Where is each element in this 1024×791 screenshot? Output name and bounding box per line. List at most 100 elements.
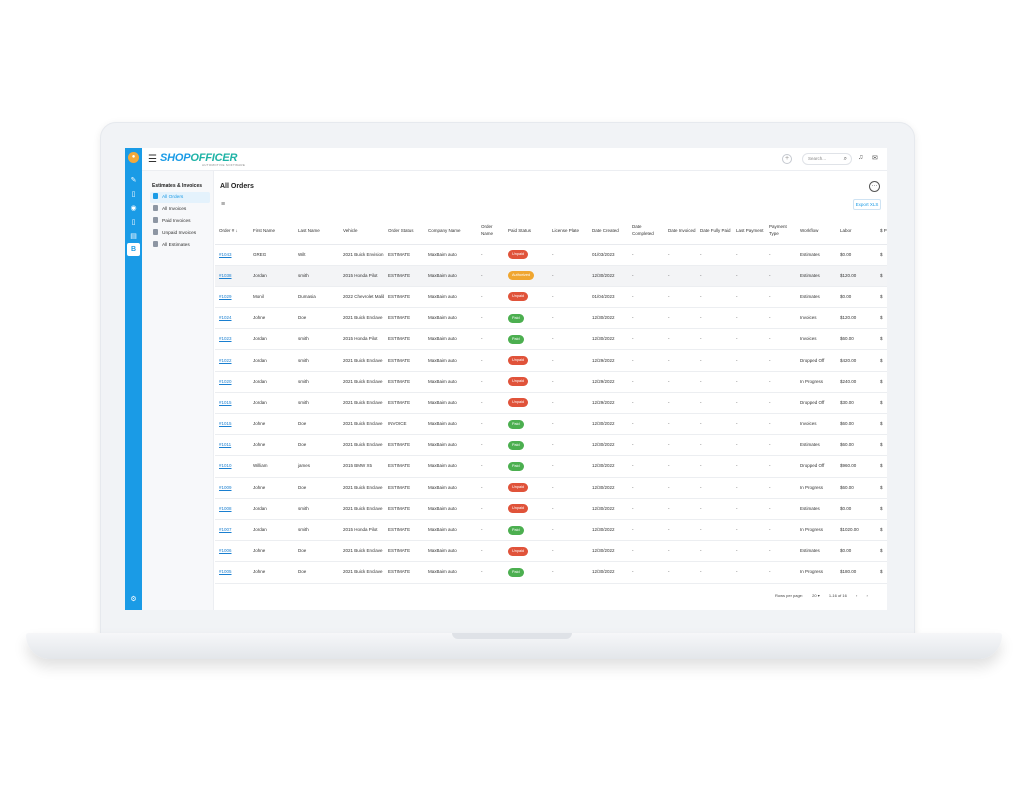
wrench-icon[interactable]: ✎ (129, 176, 138, 185)
order-link[interactable]: #1005 (219, 569, 232, 574)
table-row[interactable]: #1015 Johne Doe 2021 Buick Enclave INVOICE Ma… (215, 413, 887, 436)
cell-text: MaxBaim auto (428, 527, 457, 533)
rows-per-page-select[interactable]: 20 ▾ (812, 593, 820, 598)
cell-text: - (552, 315, 554, 321)
order-link[interactable]: #1008 (219, 506, 232, 511)
table-row[interactable]: #1009 Johne Doe 2021 Buick Enclave ESTIMATE M… (215, 477, 887, 499)
order-link[interactable]: #1022 (219, 358, 232, 363)
order-link[interactable]: #1015 (219, 421, 232, 426)
order-link[interactable]: #1009 (219, 485, 232, 490)
search-icon[interactable]: ⌕ (844, 154, 847, 164)
column-header[interactable]: Order Name (477, 217, 504, 245)
order-link[interactable]: #1029 (219, 294, 232, 299)
pagination: Rows per page: 20 ▾ 1-16 of 16 ‹ › (775, 593, 876, 598)
prev-page-button[interactable]: ‹ (856, 593, 857, 598)
cell-text: - (700, 378, 702, 384)
table-row[interactable]: #1024 Johne Doe 2021 Buick Enclave ESTIMATE M… (215, 307, 887, 330)
menu-icon[interactable]: ☰ (148, 154, 157, 165)
table-cell: $120.00 (836, 265, 876, 287)
sidebar-item-all-estimates[interactable]: All Estimates (150, 240, 210, 251)
table-cell: ESTIMATE (384, 519, 424, 542)
more-options-button[interactable]: ··· (869, 181, 880, 192)
table-cell: - (628, 307, 664, 330)
table-row[interactable]: #1043 GREG Wilt 2021 Buick Envision ESTIMATE… (215, 244, 887, 266)
table-row[interactable]: #1029 Monil Dumasia 2022 Chevrolet Malibu ES… (215, 286, 887, 309)
order-link[interactable]: #1007 (219, 527, 232, 532)
order-link[interactable]: #1006 (219, 548, 232, 553)
cell-text: - (700, 251, 702, 257)
column-header[interactable]: Workflow (796, 217, 836, 245)
table-cell: $ (876, 286, 887, 309)
cell-text: - (481, 463, 483, 469)
list-icon[interactable]: ▤ (129, 232, 138, 241)
order-link[interactable]: #1015 (219, 400, 232, 405)
table-row[interactable]: #1008 Jordan smith 2021 Buick Enclave ESTIMA… (215, 498, 887, 520)
column-header[interactable]: License Plate (548, 217, 588, 245)
column-header[interactable]: Company Name (424, 217, 477, 245)
column-header[interactable]: $ P (876, 217, 887, 245)
invoice-icon[interactable]: B (127, 243, 140, 256)
order-link[interactable]: #1010 (219, 463, 232, 468)
table-cell: $60.00 (836, 477, 876, 499)
cell-text: smith (298, 378, 309, 384)
table-row[interactable]: #1038 Jordan smith 2015 Honda Pilot ESTIMATE… (215, 265, 887, 287)
table-row[interactable]: #1010 William james 2015 BMW X5 ESTIMATE MaxB… (215, 455, 887, 478)
column-header[interactable]: Date Completed (628, 217, 664, 245)
settings-icon[interactable]: ⚙ (129, 595, 138, 604)
eye-icon[interactable]: ◉ (129, 204, 138, 213)
column-header[interactable]: Order # ↓ (215, 217, 249, 245)
column-header[interactable]: First Name (249, 217, 294, 245)
order-link[interactable]: #1024 (219, 315, 232, 320)
column-header[interactable]: Vehicle (339, 217, 384, 245)
column-header[interactable]: Date Invoiced (664, 217, 696, 245)
export-xls-button[interactable]: Export XLS (853, 199, 881, 210)
order-link[interactable]: #1038 (219, 273, 232, 278)
cell-text: - (552, 378, 554, 384)
table-cell: MaxBaim auto (424, 413, 477, 436)
filter-icon[interactable]: ≡ (221, 201, 225, 208)
cell-text: - (632, 293, 634, 299)
cell-text: 12/30/2022 (592, 315, 615, 321)
document-icon[interactable]: ▯ (129, 218, 138, 227)
user-avatar-icon[interactable]: ● (128, 152, 139, 163)
bell-icon[interactable]: ♫ (858, 154, 863, 161)
sidebar-item-unpaid-invoices[interactable]: Unpaid Invoices (150, 228, 210, 239)
search-input[interactable]: Search... ⌕ (802, 153, 852, 165)
table-cell: ESTIMATE (384, 498, 424, 520)
column-header[interactable]: Labor (836, 217, 876, 245)
sidebar-item-paid-invoices[interactable]: Paid Invoices (150, 216, 210, 227)
order-link[interactable]: #1020 (219, 379, 232, 384)
table-row[interactable]: #1006 Johne Doe 2021 Buick Enclave ESTIMATE M… (215, 540, 887, 563)
column-header[interactable]: Paid Status (504, 217, 548, 245)
table-row[interactable]: #1015 Jordan smith 2021 Buick Enclave ESTIMA… (215, 392, 887, 415)
table-row[interactable]: #1007 Jordan smith 2015 Honda Pilot ESTIMATE… (215, 519, 887, 542)
column-header[interactable]: Payment Type (765, 217, 796, 245)
column-header[interactable]: Last Name (294, 217, 339, 245)
clipboard-icon[interactable]: ▯ (129, 190, 138, 199)
table-row[interactable]: #1022 Jordan smith 2021 Buick Enclave ESTIMA… (215, 349, 887, 372)
table-row[interactable]: #1020 Jordan smith 2021 Buick Enclave ESTIMA… (215, 371, 887, 393)
column-header[interactable]: Date Fully Paid (696, 217, 732, 245)
column-header[interactable]: Date Created (588, 217, 628, 245)
order-link[interactable]: #1023 (219, 336, 232, 341)
cell-text: $ (880, 399, 883, 405)
sidebar-item-all-orders[interactable]: All Orders (150, 192, 210, 203)
add-button[interactable]: + (782, 154, 792, 164)
table-row[interactable]: #1023 Jordan smith 2015 Honda Pilot ESTIMATE… (215, 328, 887, 351)
cell-text: - (736, 442, 738, 448)
cell-text: - (632, 505, 634, 511)
mail-icon[interactable]: ✉ (872, 154, 878, 162)
cell-text: - (552, 399, 554, 405)
sidebar-item-all-invoices[interactable]: All Invoices (150, 204, 210, 215)
column-header[interactable]: Last Payment (732, 217, 765, 245)
column-header[interactable]: Order Status (384, 217, 424, 245)
cell-text: MaxBaim auto (428, 293, 457, 299)
order-link[interactable]: #1043 (219, 252, 232, 257)
next-page-button[interactable]: › (866, 593, 867, 598)
table-cell: 12/29/2022 (588, 371, 628, 393)
table-row[interactable]: #1005 Johne Doe 2021 Buick Enclave ESTIMATE M… (215, 561, 887, 584)
table-cell: Unpaid (504, 498, 548, 520)
table-cell: 12/30/2022 (588, 328, 628, 351)
table-row[interactable]: #1011 Johne Doe 2021 Buick Enclave ESTIMATE M… (215, 434, 887, 457)
order-link[interactable]: #1011 (219, 442, 231, 447)
